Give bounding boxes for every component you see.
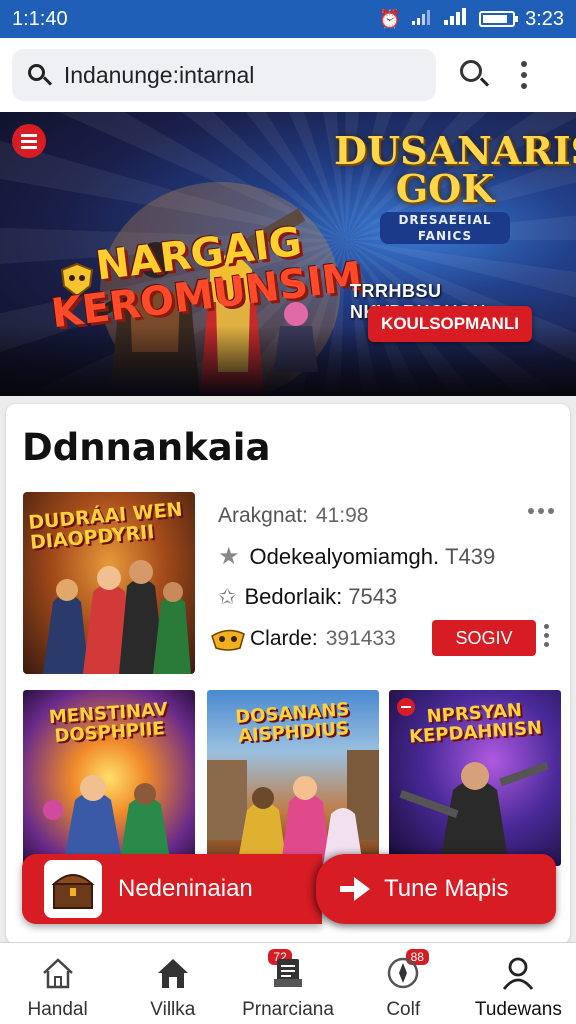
nav-item-colf[interactable]: 88 Colf: [346, 943, 461, 1024]
compass-icon: [387, 957, 419, 989]
star-outline-icon: ✩: [218, 584, 237, 609]
hero-logo-subtitle: DRESAEEIAL FANICS: [380, 212, 510, 244]
meta-row-3-value: 7543: [348, 584, 398, 609]
primary-action-button[interactable]: Nedeninaian: [22, 854, 322, 924]
home-icon: [42, 958, 73, 989]
game-thumbnail-1[interactable]: MENSTINAV DOSPHPIIE: [23, 690, 195, 866]
rating-value: 41:98: [315, 504, 369, 527]
overflow-menu-button[interactable]: [514, 55, 534, 95]
game-thumbnail-3[interactable]: NPRSYAN KEPDAHNISN: [389, 690, 561, 866]
game-thumbnail-2[interactable]: DOSANANS AISPHDIUS: [207, 690, 379, 866]
featured-more-icon[interactable]: [528, 508, 554, 514]
meta-row-4-value: 391433: [325, 627, 396, 650]
hero-game-logo: DUSANARIS GOK DRESAEEIAL FANICS: [334, 128, 576, 244]
nav-item-tudewans[interactable]: Tudewans: [461, 943, 576, 1024]
hero-cta-button[interactable]: KOULSOPMANLI: [368, 306, 532, 342]
featured-action-button[interactable]: SOGIV: [432, 620, 536, 656]
cell-signal-icon: [443, 7, 469, 31]
search-button[interactable]: [454, 55, 494, 95]
address-bar: [0, 38, 576, 112]
search-icon: [26, 62, 52, 88]
nav-label-tudewans: Tudewans: [474, 999, 562, 1020]
meta-row-2-label: Odekealyomiamgh.: [249, 543, 440, 569]
url-input[interactable]: [63, 61, 422, 89]
secondary-action-label: Tune Mapis: [384, 875, 509, 902]
hero-banner[interactable]: NARGAIG KEROMUNSIM DUSANARIS GOK DRESAEE…: [0, 112, 576, 396]
battery-icon: [479, 11, 519, 27]
house-filled-icon: [157, 959, 188, 988]
hero-logo-line2: GOK: [395, 166, 495, 211]
nav-item-handal[interactable]: Handal: [0, 943, 115, 1024]
hamburger-menu-icon[interactable]: [12, 124, 46, 158]
rating-label: Arakgnat:: [218, 504, 308, 527]
rating-row: Arakgnat: 41:98: [218, 504, 368, 528]
search-box[interactable]: [12, 49, 436, 101]
nav-label-prnarciana: Prnarciana: [242, 999, 334, 1020]
nav-item-prnarciana[interactable]: 72 Prnarciana: [230, 943, 345, 1024]
search-icon: [460, 60, 482, 82]
meta-row-4: Clarde: 391433: [210, 626, 396, 652]
status-bar: 1:1:40 ⏰ 3:23: [0, 0, 576, 38]
treasure-chest-icon: [44, 860, 102, 918]
hero-logo-line1: DUSANARIS: [334, 128, 576, 173]
meta-row-2: ★ Odekealyomiamgh. T439: [218, 542, 495, 571]
arrow-right-icon: [338, 874, 372, 904]
star-icon: ★: [218, 543, 240, 570]
featured-row-menu-icon[interactable]: [544, 624, 549, 647]
meta-row-2-value: T439: [445, 543, 496, 569]
nav-item-villka[interactable]: Villka: [115, 943, 230, 1024]
document-icon: [274, 959, 302, 987]
nav-label-colf: Colf: [386, 999, 421, 1020]
section-title: Ddnnankaia: [22, 426, 271, 469]
bottom-navigation: Handal Villka 72 Prnarciana 88 Colf Tude…: [0, 942, 576, 1024]
wifi-signal-icon: [411, 8, 433, 31]
primary-action-label: Nedeninaian: [118, 875, 253, 902]
nav-label-handal: Handal: [27, 999, 88, 1020]
featured-game-thumbnail[interactable]: DUDRÁAI WEN DIAOPDYRII: [23, 492, 195, 674]
meta-row-4-label: Clarde:: [250, 627, 318, 650]
alarm-icon: ⏰: [378, 8, 402, 29]
secondary-action-button[interactable]: Tune Mapis: [316, 854, 556, 924]
meta-row-3-label: Bedorlaik:: [244, 584, 343, 609]
nav-label-villka: Villka: [150, 999, 196, 1020]
gold-mask-icon: [211, 629, 245, 651]
profile-icon: [503, 957, 534, 990]
status-time-right: 3:23: [525, 7, 564, 30]
meta-row-3: ✩ Bedorlaik: 7543: [218, 584, 397, 610]
status-icons: ⏰ 3:23: [378, 7, 564, 31]
floating-action-bar: Nedeninaian Tune Mapis: [22, 854, 556, 924]
status-time-left: 1:1:40: [12, 7, 68, 30]
